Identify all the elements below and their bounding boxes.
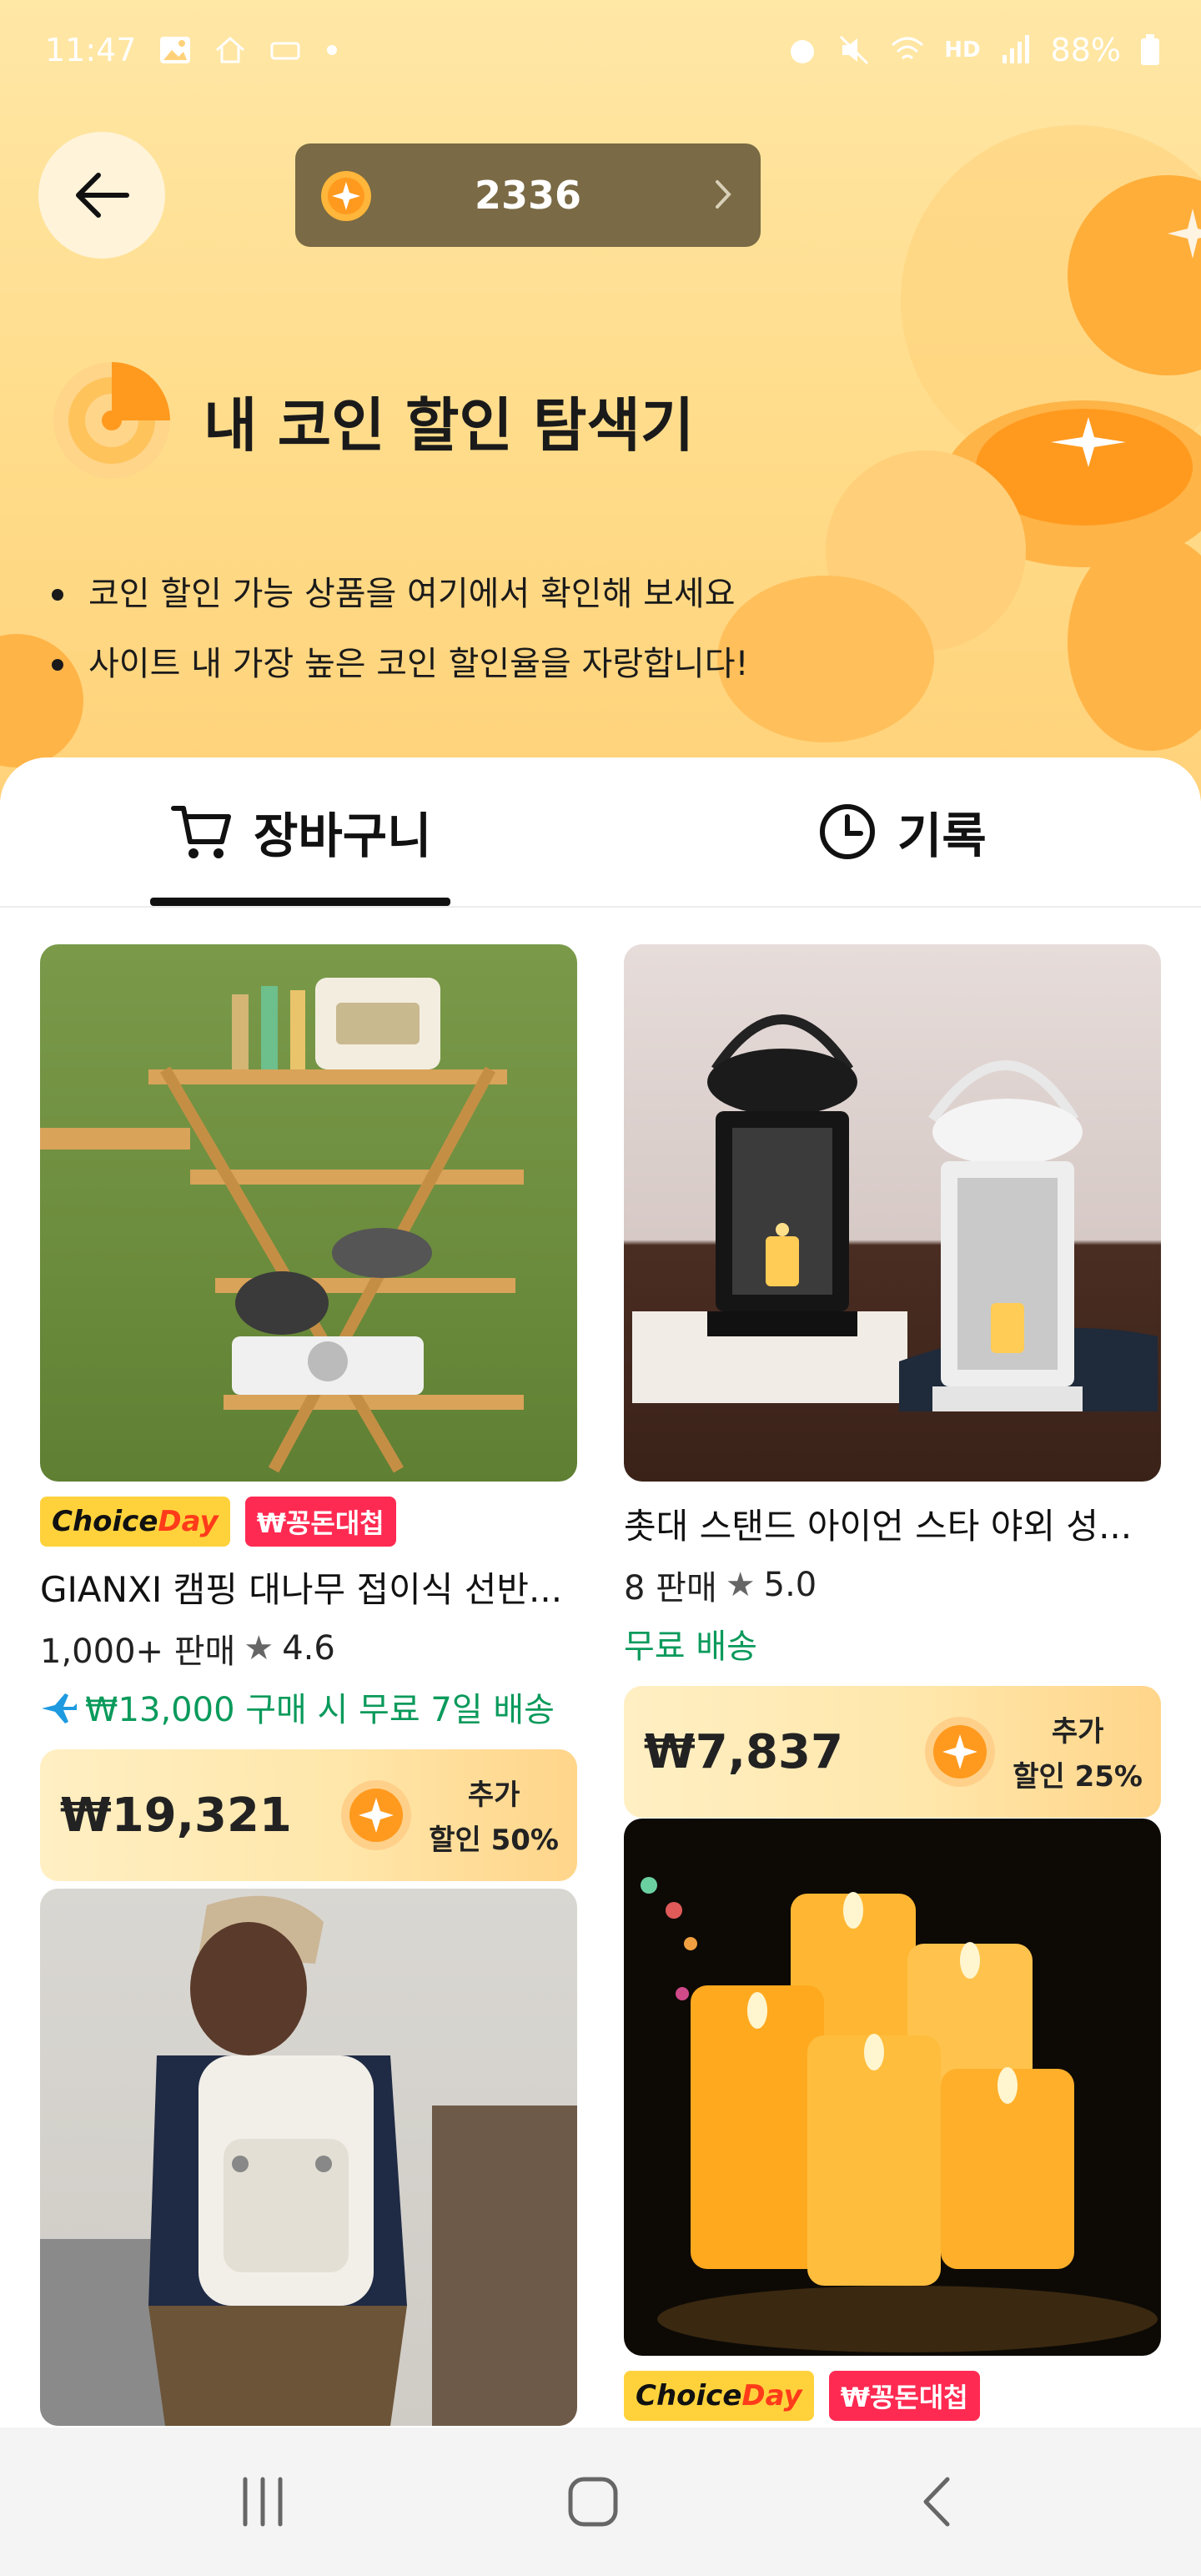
coin-radar-icon [53, 362, 170, 479]
card-icon [270, 42, 300, 60]
sales-count: 1,000+ 판매 [40, 1633, 236, 1671]
extra-discount: 추가 할인 50% [429, 1773, 559, 1863]
tab-active-indicator [150, 898, 450, 906]
shipping-info: 무료 배송 [624, 1619, 1161, 1668]
chevron-right-icon [716, 180, 731, 209]
extra-discount-label: 추가 [1051, 1715, 1104, 1748]
shipping-text: ₩13,000 구매 시 무료 7일 배송 [85, 1691, 555, 1729]
status-bar: 11:47 HD 88% [0, 0, 1201, 108]
battery-icon [1141, 34, 1159, 65]
extra-discount-label: 추가 [467, 1779, 520, 1812]
hero-bullets: 코인 할인 가능 상품을 여기에서 확인해 보세요 사이트 내 가장 높은 코인… [42, 559, 749, 699]
sparkle-icon [1168, 209, 1201, 259]
tab-cart-label: 장바구니 [254, 808, 432, 864]
shipping-text: 무료 배송 [624, 1628, 757, 1666]
mute-icon [840, 35, 869, 65]
badge-row: Choice Day ₩꽁돈대첩 [40, 1497, 577, 1547]
choice-day-badge: Choice Day [40, 1497, 230, 1547]
tab-history[interactable]: 기록 [817, 757, 987, 906]
choice-label: Choice [52, 1505, 158, 1538]
product-title[interactable]: 촛대 스탠드 아이언 스타 야외 성... [624, 1498, 1158, 1549]
extra-discount-percent: 할인 25% [1013, 1760, 1143, 1794]
coin-icon [925, 1717, 995, 1787]
backpack-illustration [40, 1895, 577, 2426]
price: ₩19,321 [60, 1788, 292, 1843]
clock-icon [820, 804, 875, 859]
product-title[interactable]: GIANXI 캠핑 대나무 접이식 선반... [40, 1562, 574, 1613]
status-time: 11:47 [45, 32, 137, 68]
day-label: Day [741, 2379, 802, 2412]
day-label: Day [158, 1505, 219, 1538]
product-card[interactable]: Choice Day ₩꽁돈대첩 GIANXI 캠핑 대나무 접이식 선반... … [40, 944, 577, 1881]
price-box[interactable]: ₩7,837 추가 할인 25% [624, 1686, 1161, 1818]
cart-icon [171, 806, 231, 858]
product-image[interactable] [40, 1889, 577, 2426]
extra-discount-percent: 할인 50% [429, 1824, 559, 1857]
product-meta: 1,000+ 판매 ★ 4.6 [40, 1624, 577, 1673]
rating: 5.0 [763, 1566, 817, 1604]
product-image[interactable] [40, 944, 577, 1482]
camping-shelf-illustration [40, 978, 524, 1473]
hero-title: 내 코인 할인 탐색기 [204, 390, 695, 460]
airplane-icon [42, 1693, 77, 1723]
battery-percent: 88% [1050, 32, 1121, 68]
home-icon [215, 37, 244, 63]
alarm-icon [791, 40, 815, 63]
tab-bar: 장바구니 기록 [0, 757, 1201, 908]
product-meta: 8 판매 ★ 5.0 [624, 1561, 1161, 1609]
coin-balance-button[interactable]: 2336 [295, 143, 761, 247]
tab-cart[interactable]: 장바구니 [170, 757, 431, 906]
home-button-icon[interactable] [564, 2473, 622, 2531]
gallery-icon [159, 37, 190, 63]
hero-banner: 11:47 HD 88% 2336 내 코인 할인 탐색기 코인 할인 가능 상… [0, 0, 1201, 801]
hero-bullet: 코인 할인 가능 상품을 여기에서 확인해 보세요 [42, 559, 749, 629]
sales-count: 8 판매 [624, 1569, 717, 1607]
dot-icon [326, 45, 337, 55]
product-card[interactable]: 촛대 스탠드 아이언 스타 야외 성... 8 판매 ★ 5.0 무료 배송 ₩… [624, 944, 1161, 1818]
system-nav-bar [0, 2428, 1201, 2576]
sale-badge: ₩꽁돈대첩 [828, 2371, 980, 2421]
shipping-info: ₩13,000 구매 시 무료 7일 배송 [40, 1683, 577, 1731]
signal-icon [1002, 35, 1029, 63]
badge-row: Choice Day ₩꽁돈대첩 [624, 2371, 1161, 2421]
back-nav-icon[interactable] [909, 2473, 967, 2531]
arrow-left-icon [76, 173, 129, 218]
coin-count: 2336 [474, 173, 582, 218]
sale-badge: ₩꽁돈대첩 [244, 1497, 396, 1547]
hd-label: HD [944, 38, 981, 63]
wifi-icon [892, 37, 924, 60]
product-card[interactable] [40, 1889, 577, 2426]
decorative-coin [717, 576, 934, 742]
star-icon: ★ [244, 1629, 274, 1668]
product-image[interactable] [624, 1819, 1161, 2356]
lantern-illustration [632, 1014, 1158, 1411]
star-icon: ★ [725, 1566, 756, 1604]
price-box[interactable]: ₩19,321 추가 할인 50% [40, 1749, 577, 1881]
rating: 4.6 [282, 1629, 335, 1668]
hero-title-row: 내 코인 할인 탐색기 [50, 359, 694, 482]
product-image[interactable] [624, 944, 1161, 1482]
price: ₩7,837 [644, 1724, 843, 1779]
back-button[interactable] [38, 132, 165, 259]
coin-icon [341, 1780, 411, 1850]
product-card[interactable]: Choice Day ₩꽁돈대첩 [624, 1819, 1161, 2421]
tab-history-label: 기록 [897, 808, 987, 864]
choice-label: Choice [636, 2379, 742, 2412]
extra-discount: 추가 할인 25% [1013, 1709, 1143, 1799]
choice-day-badge: Choice Day [624, 2371, 814, 2421]
recent-apps-icon[interactable] [234, 2473, 292, 2531]
candles-illustration [641, 1877, 1158, 2352]
sparkle-icon [1051, 417, 1126, 467]
hero-bullet: 사이트 내 가장 높은 코인 할인율을 자랑합니다! [42, 629, 749, 699]
